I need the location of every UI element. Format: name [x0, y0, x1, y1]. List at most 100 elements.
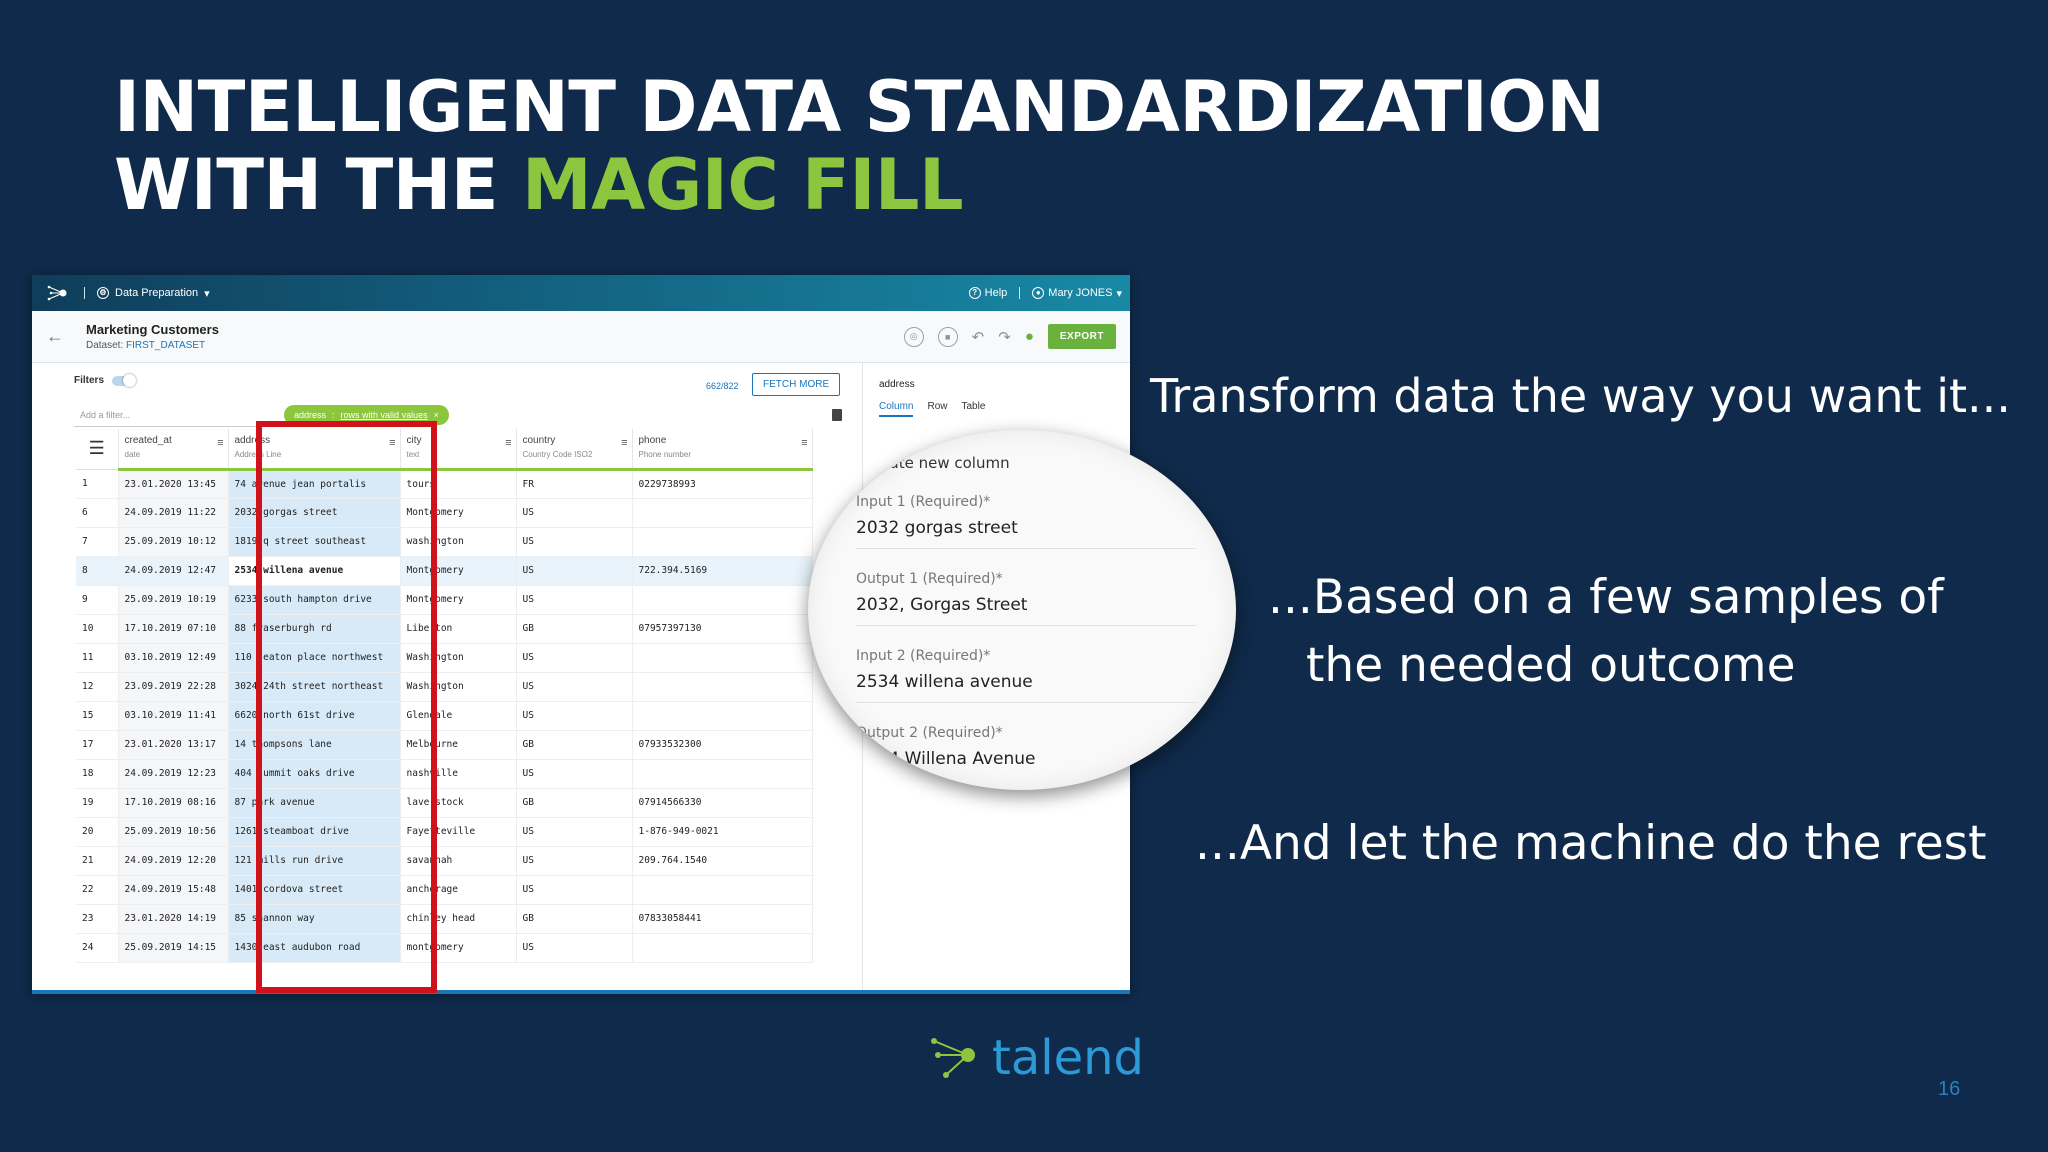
redo-icon[interactable]: ↷: [998, 328, 1011, 346]
cell-phone[interactable]: 209.764.1540: [632, 846, 813, 876]
cell-phone[interactable]: 07833058441: [632, 904, 813, 934]
table-row[interactable]: 8 24.09.2019 12:47 2534 willena avenue Mont…: [76, 556, 813, 586]
table-row[interactable]: 6 24.09.2019 11:22 2032 gorgas street Montg…: [76, 498, 813, 528]
cell-created-at[interactable]: 24.09.2019 12:47: [118, 556, 229, 586]
filter-chip-value[interactable]: rows with valid values: [341, 410, 428, 420]
column-header-created-at[interactable]: created_at date ≡: [118, 429, 229, 471]
table-row[interactable]: 7 25.09.2019 10:12 1819 q street southeast…: [76, 527, 813, 557]
cell-phone[interactable]: 07933532300: [632, 730, 813, 760]
cell-country[interactable]: GB: [516, 730, 633, 760]
cell-phone[interactable]: [632, 585, 813, 615]
cell-phone[interactable]: [632, 527, 813, 557]
user-menu[interactable]: ● Mary JONES ▾: [1032, 287, 1122, 300]
hamburger-icon[interactable]: ☰: [76, 429, 119, 470]
cell-country[interactable]: US: [516, 498, 633, 528]
cell-country[interactable]: GB: [516, 788, 633, 818]
table-row[interactable]: 11 03.10.2019 12:49 110 seaton place north…: [76, 643, 813, 673]
table-row[interactable]: 15 03.10.2019 11:41 6620 north 61st drive G…: [76, 701, 813, 731]
trash-icon[interactable]: [832, 409, 842, 421]
table-row[interactable]: 12 23.09.2019 22:28 3024 24th street north…: [76, 672, 813, 702]
cell-country[interactable]: GB: [516, 904, 633, 934]
row-number[interactable]: 12: [76, 672, 119, 702]
column-menu-icon[interactable]: ≡: [801, 437, 807, 449]
cell-country[interactable]: US: [516, 933, 633, 963]
cell-country[interactable]: US: [516, 556, 633, 586]
cell-phone[interactable]: [632, 759, 813, 789]
row-number[interactable]: 22: [76, 875, 119, 905]
app-switcher[interactable]: ⚙ Data Preparation ▾: [97, 287, 210, 300]
input-2-field[interactable]: Input 2 (Required)* 2534 willena avenue: [856, 648, 1196, 703]
cell-created-at[interactable]: 25.09.2019 14:15: [118, 933, 229, 963]
cell-country[interactable]: US: [516, 672, 633, 702]
cell-phone[interactable]: [632, 643, 813, 673]
row-number[interactable]: 17: [76, 730, 119, 760]
column-menu-icon[interactable]: ≡: [217, 437, 223, 449]
table-row[interactable]: 17 23.01.2020 13:17 14 thompsons lane Melbo…: [76, 730, 813, 760]
row-number[interactable]: 11: [76, 643, 119, 673]
undo-icon[interactable]: ↶: [972, 328, 985, 346]
talend-logo-icon[interactable]: [46, 283, 72, 303]
cell-phone[interactable]: [632, 875, 813, 905]
cell-country[interactable]: GB: [516, 614, 633, 644]
cell-created-at[interactable]: 03.10.2019 11:41: [118, 701, 229, 731]
create-new-column-option[interactable]: Create new column: [864, 454, 1196, 472]
tab-column[interactable]: Column: [879, 401, 914, 417]
row-number[interactable]: 10: [76, 614, 119, 644]
cell-country[interactable]: US: [516, 759, 633, 789]
cell-country[interactable]: US: [516, 817, 633, 847]
cell-phone[interactable]: [632, 672, 813, 702]
cell-phone[interactable]: [632, 701, 813, 731]
tab-row[interactable]: Row: [927, 401, 947, 417]
cell-country[interactable]: US: [516, 701, 633, 731]
table-row[interactable]: 9 25.09.2019 10:19 6233 south hampton driv…: [76, 585, 813, 615]
column-menu-icon[interactable]: ≡: [621, 437, 627, 449]
notification-icon[interactable]: ●: [1025, 328, 1034, 345]
cell-created-at[interactable]: 17.10.2019 07:10: [118, 614, 229, 644]
cell-country[interactable]: US: [516, 585, 633, 615]
column-header-phone[interactable]: phone Phone number ≡: [632, 429, 813, 471]
cell-created-at[interactable]: 03.10.2019 12:49: [118, 643, 229, 673]
row-number[interactable]: 19: [76, 788, 119, 818]
table-row[interactable]: 24 25.09.2019 14:15 1430 east audubon road…: [76, 933, 813, 963]
filters-switch[interactable]: [112, 373, 137, 387]
cell-phone[interactable]: [632, 933, 813, 963]
row-number[interactable]: 9: [76, 585, 119, 615]
cell-phone[interactable]: 07914566330: [632, 788, 813, 818]
cell-phone[interactable]: 07957397130: [632, 614, 813, 644]
filters-toggle[interactable]: Filters: [74, 373, 137, 387]
row-number[interactable]: 21: [76, 846, 119, 876]
row-number[interactable]: 8: [76, 556, 119, 586]
lookup-icon[interactable]: ◎: [903, 326, 924, 347]
cell-phone[interactable]: 0229738993: [632, 469, 813, 499]
table-row[interactable]: 21 24.09.2019 12:20 121 mills run drive sav…: [76, 846, 813, 876]
cell-country[interactable]: US: [516, 527, 633, 557]
stop-icon[interactable]: ■: [937, 326, 958, 347]
cell-created-at[interactable]: 25.09.2019 10:12: [118, 527, 229, 557]
cell-phone[interactable]: 1-876-949-0021: [632, 817, 813, 847]
row-number[interactable]: 1: [76, 469, 119, 499]
table-row[interactable]: 18 24.09.2019 12:23 404 summit oaks drive n…: [76, 759, 813, 789]
cell-phone[interactable]: [632, 498, 813, 528]
row-number[interactable]: 7: [76, 527, 119, 557]
fetch-more-button[interactable]: FETCH MORE: [752, 373, 841, 396]
cell-created-at[interactable]: 24.09.2019 12:20: [118, 846, 229, 876]
add-filter-input[interactable]: Add a filter...: [74, 405, 284, 427]
cell-created-at[interactable]: 23.01.2020 13:17: [118, 730, 229, 760]
close-icon[interactable]: ×: [434, 410, 439, 420]
cell-created-at[interactable]: 23.09.2019 22:28: [118, 672, 229, 702]
cell-phone[interactable]: 722.394.5169: [632, 556, 813, 586]
row-number[interactable]: 23: [76, 904, 119, 934]
cell-created-at[interactable]: 24.09.2019 12:23: [118, 759, 229, 789]
row-number[interactable]: 15: [76, 701, 119, 731]
input-1-field[interactable]: Input 1 (Required)* 2032 gorgas street: [856, 494, 1196, 549]
back-arrow-icon[interactable]: ←: [46, 326, 86, 347]
column-header-country[interactable]: country Country Code ISO2 ≡: [516, 429, 633, 471]
cell-created-at[interactable]: 24.09.2019 11:22: [118, 498, 229, 528]
column-menu-icon[interactable]: ≡: [505, 437, 511, 449]
table-row[interactable]: 20 25.09.2019 10:56 1261 steamboat drive Fa…: [76, 817, 813, 847]
cell-created-at[interactable]: 23.01.2020 13:45: [118, 469, 229, 499]
table-row[interactable]: 23 23.01.2020 14:19 85 shannon way chinley …: [76, 904, 813, 934]
row-number[interactable]: 20: [76, 817, 119, 847]
cell-created-at[interactable]: 25.09.2019 10:56: [118, 817, 229, 847]
help-link[interactable]: ? Help: [968, 287, 1007, 299]
